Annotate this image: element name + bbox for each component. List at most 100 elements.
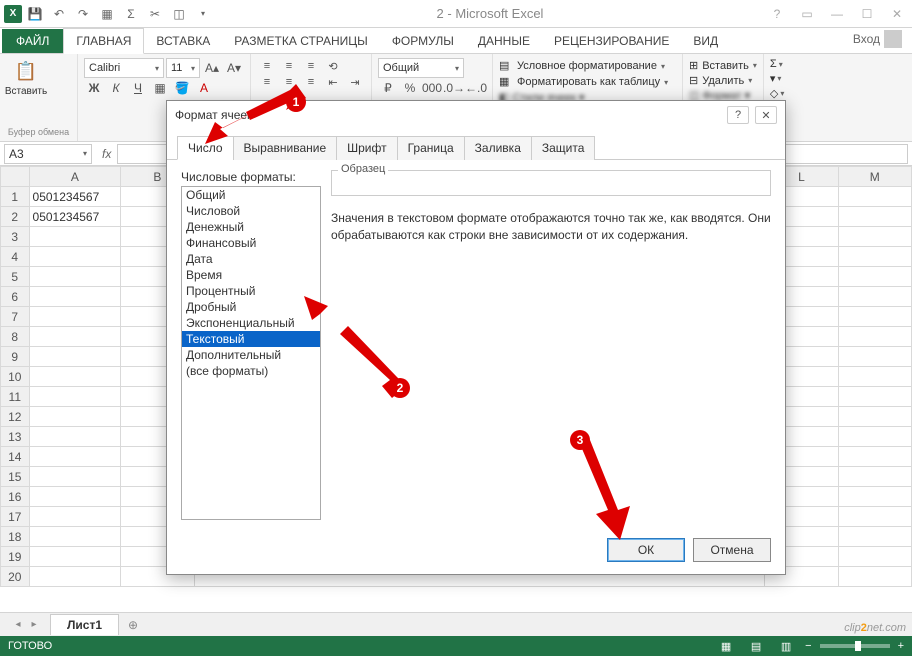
clear-icon[interactable]: ◫ (168, 3, 190, 25)
dialog-tab[interactable]: Шрифт (336, 136, 397, 160)
thousands-icon[interactable]: 000 (422, 78, 442, 98)
zoom-out-icon[interactable]: − (805, 640, 811, 652)
login-link[interactable]: Вход (843, 25, 912, 53)
format-list-item[interactable]: Время (182, 267, 320, 283)
minimize-icon[interactable]: — (822, 0, 852, 28)
format-list-item[interactable]: Текстовый (182, 331, 320, 347)
tab-page-layout[interactable]: РАЗМЕТКА СТРАНИЦЫ (222, 29, 380, 53)
tab-view[interactable]: ВИД (681, 29, 730, 53)
currency-icon[interactable]: ₽ (378, 78, 398, 98)
close-icon[interactable]: ✕ (882, 0, 912, 28)
cell[interactable] (838, 267, 911, 287)
cell[interactable] (29, 247, 121, 267)
cell[interactable] (838, 347, 911, 367)
col-header[interactable]: M (838, 167, 911, 187)
row-header[interactable]: 11 (1, 387, 30, 407)
zoom-in-icon[interactable]: + (898, 640, 904, 652)
format-list-item[interactable]: Процентный (182, 283, 320, 299)
cell[interactable] (29, 467, 121, 487)
format-list-item[interactable]: Экспоненциальный (182, 315, 320, 331)
paste-button[interactable]: 📋 Вставить (6, 58, 46, 97)
row-header[interactable]: 15 (1, 467, 30, 487)
border-icon[interactable]: ▦ (150, 78, 170, 98)
cell[interactable] (29, 527, 121, 547)
dialog-tab[interactable]: Выравнивание (233, 136, 338, 160)
format-list-item[interactable]: Числовой (182, 203, 320, 219)
number-format-select[interactable]: Общий▾ (378, 58, 464, 78)
decrease-font-icon[interactable]: A▾ (224, 58, 244, 78)
row-header[interactable]: 10 (1, 367, 30, 387)
font-color-icon[interactable]: A (194, 78, 214, 98)
row-header[interactable]: 12 (1, 407, 30, 427)
tab-data[interactable]: ДАННЫЕ (466, 29, 542, 53)
cell[interactable] (838, 287, 911, 307)
format-list-item[interactable]: Общий (182, 187, 320, 203)
cell[interactable] (29, 567, 121, 587)
cell[interactable] (29, 447, 121, 467)
tab-insert[interactable]: ВСТАВКА (144, 29, 222, 53)
qat-menu-icon[interactable]: ▾ (192, 3, 214, 25)
cell[interactable] (838, 567, 911, 587)
row-header[interactable]: 2 (1, 207, 30, 227)
table-icon[interactable]: ▦ (96, 3, 118, 25)
clear-button[interactable]: ◇▾ (770, 87, 784, 100)
cell[interactable] (838, 187, 911, 207)
cell[interactable] (29, 367, 121, 387)
dialog-tab[interactable]: Граница (397, 136, 465, 160)
cell[interactable] (838, 507, 911, 527)
cell[interactable] (29, 287, 121, 307)
inc-decimal-icon[interactable]: .0→ (444, 78, 464, 98)
cell[interactable] (838, 427, 911, 447)
cell[interactable] (29, 267, 121, 287)
cell[interactable] (838, 227, 911, 247)
cell[interactable] (838, 307, 911, 327)
row-header[interactable]: 20 (1, 567, 30, 587)
italic-button[interactable]: К (106, 78, 126, 98)
cell[interactable] (29, 347, 121, 367)
percent-icon[interactable]: % (400, 78, 420, 98)
bold-button[interactable]: Ж (84, 78, 104, 98)
row-header[interactable]: 17 (1, 507, 30, 527)
cell[interactable] (838, 387, 911, 407)
fill-color-icon[interactable]: 🪣 (172, 78, 192, 98)
row-header[interactable]: 4 (1, 247, 30, 267)
view-normal-icon[interactable]: ▦ (715, 638, 737, 654)
fx-icon[interactable]: fx (96, 147, 117, 161)
cell[interactable]: 0501234567 (29, 207, 121, 227)
fill-button[interactable]: ▾▾ (770, 72, 784, 85)
add-sheet-icon[interactable]: ⊕ (123, 615, 143, 635)
dialog-tab[interactable]: Заливка (464, 136, 532, 160)
view-break-icon[interactable]: ▥ (775, 638, 797, 654)
tab-formulas[interactable]: ФОРМУЛЫ (380, 29, 466, 53)
cell[interactable] (29, 487, 121, 507)
cell[interactable] (29, 547, 121, 567)
zoom-slider[interactable] (820, 644, 890, 648)
align-middle-icon[interactable]: ≡ (279, 58, 299, 74)
dec-decimal-icon[interactable]: ←.0 (466, 78, 486, 98)
cell[interactable] (29, 427, 121, 447)
select-all-corner[interactable] (1, 167, 30, 187)
align-left-icon[interactable]: ≡ (257, 74, 277, 90)
align-right-icon[interactable]: ≡ (301, 74, 321, 90)
row-header[interactable]: 13 (1, 427, 30, 447)
font-size-select[interactable]: 11▾ (166, 58, 200, 78)
row-header[interactable]: 8 (1, 327, 30, 347)
row-header[interactable]: 5 (1, 267, 30, 287)
name-box[interactable]: A3▾ (4, 144, 92, 164)
underline-button[interactable]: Ч (128, 78, 148, 98)
orientation-icon[interactable]: ⟲ (323, 58, 343, 74)
format-list-item[interactable]: Денежный (182, 219, 320, 235)
row-header[interactable]: 9 (1, 347, 30, 367)
format-list-item[interactable]: Дополнительный (182, 347, 320, 363)
cell[interactable] (29, 507, 121, 527)
dialog-tab[interactable]: Защита (531, 136, 596, 160)
col-header[interactable]: A (29, 167, 121, 187)
undo-icon[interactable]: ↶ (48, 3, 70, 25)
row-header[interactable]: 19 (1, 547, 30, 567)
row-header[interactable]: 1 (1, 187, 30, 207)
save-icon[interactable]: 💾 (24, 3, 46, 25)
sheet-nav-prev-icon[interactable]: ◂ (10, 617, 26, 633)
tab-file[interactable]: ФАЙЛ (2, 29, 63, 53)
cut-icon[interactable]: ✂ (144, 3, 166, 25)
align-bottom-icon[interactable]: ≡ (301, 58, 321, 74)
